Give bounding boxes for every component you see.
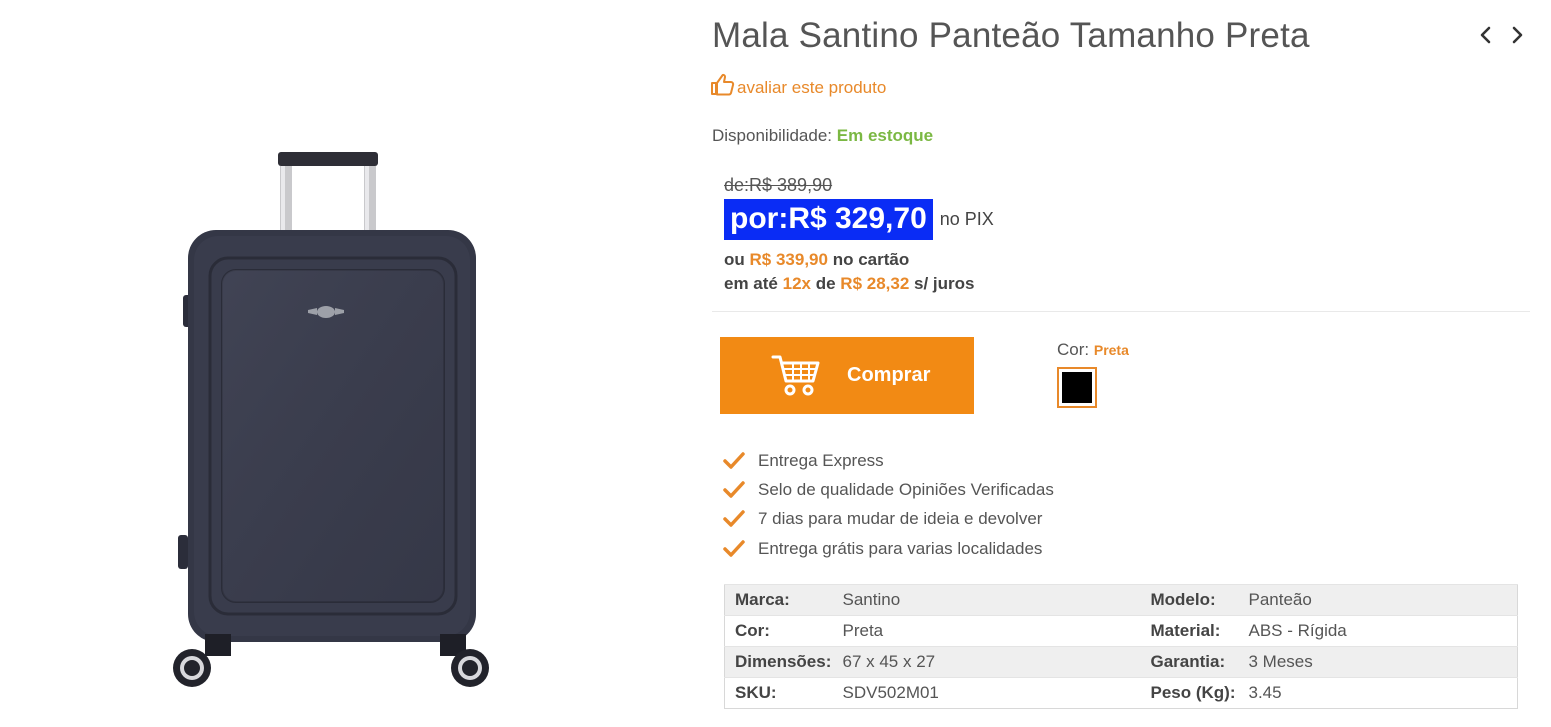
check-icon xyxy=(723,451,745,469)
spec-value: Preta xyxy=(832,615,1141,647)
pix-price-row: por:R$ 329,70 no PIX xyxy=(724,199,994,240)
old-price: de:R$ 389,90 xyxy=(724,175,833,195)
buy-button-label: Comprar xyxy=(847,364,931,386)
benefit-item: Selo de qualidade Opiniões Verificadas xyxy=(722,475,1054,504)
spec-key: Garantia: xyxy=(1140,646,1239,678)
suitcase-illustration xyxy=(173,152,489,687)
benefit-text: Selo de qualidade Opiniões Verificadas xyxy=(758,479,1054,499)
specs-table: Marca: Santino Modelo: Panteão Cor: Pret… xyxy=(724,584,1518,709)
card-prefix: ou xyxy=(724,250,745,269)
spec-value: ABS - Rígida xyxy=(1238,615,1518,647)
benefit-item: Entrega Express xyxy=(722,446,1054,475)
check-icon xyxy=(723,510,745,527)
table-row: Marca: Santino Modelo: Panteão xyxy=(724,584,1518,616)
chevron-left-icon[interactable] xyxy=(1475,22,1497,48)
card-price: R$ 339,90 xyxy=(749,250,828,269)
chevron-right-icon[interactable] xyxy=(1506,22,1528,48)
swatch-fill xyxy=(1062,372,1092,403)
availability-label: Disponibilidade: xyxy=(712,126,833,145)
installment-prefix: em até xyxy=(724,274,778,293)
spec-value: SDV502M01 xyxy=(832,677,1141,709)
benefit-text: Entrega Express xyxy=(758,450,884,470)
spec-key: Marca: xyxy=(724,584,833,616)
spec-value: Santino xyxy=(832,584,1141,616)
benefits-list: Entrega Express Selo de qualidade Opiniõ… xyxy=(722,446,1054,563)
benefit-text: Entrega grátis para varias localidades xyxy=(758,538,1043,558)
pix-price: por:R$ 329,70 xyxy=(724,199,933,240)
thumbs-up-icon xyxy=(710,72,737,103)
buy-button[interactable]: Comprar xyxy=(720,337,974,414)
spec-key: SKU: xyxy=(724,677,833,709)
product-image[interactable] xyxy=(150,140,500,700)
spec-key: Cor: xyxy=(724,615,833,647)
spec-key: Modelo: xyxy=(1140,584,1239,616)
pix-label: no PIX xyxy=(939,209,994,229)
spec-key: Dimensões: xyxy=(724,646,833,678)
spec-key: Peso (Kg): xyxy=(1140,677,1239,709)
card-price-line: ou R$ 339,90 no cartão xyxy=(724,250,909,270)
product-title: Mala Santino Panteão Tamanho Preta xyxy=(712,16,1310,55)
spec-value: 67 x 45 x 27 xyxy=(832,646,1141,678)
benefit-item: Entrega grátis para varias localidades xyxy=(722,534,1054,563)
installment-suffix: s/ juros xyxy=(914,274,975,293)
spec-key: Material: xyxy=(1140,615,1239,647)
color-value: Preta xyxy=(1093,342,1129,358)
color-swatch-preta[interactable] xyxy=(1057,367,1097,408)
review-link[interactable]: avaliar este produto xyxy=(710,72,886,103)
table-row: Cor: Preta Material: ABS - Rígida xyxy=(724,615,1518,647)
divider xyxy=(712,311,1530,312)
benefit-item: 7 dias para mudar de ideia e devolver xyxy=(722,505,1054,534)
spec-value: 3.45 xyxy=(1238,677,1518,709)
benefit-text: 7 dias para mudar de ideia e devolver xyxy=(758,509,1043,529)
check-icon xyxy=(723,481,745,498)
table-row: Dimensões: 67 x 45 x 27 Garantia: 3 Mese… xyxy=(724,646,1518,678)
availability: Disponibilidade: Em estoque xyxy=(712,126,933,146)
spec-value: 3 Meses xyxy=(1238,646,1518,678)
installment-de: de xyxy=(815,274,836,293)
installment-count: 12x xyxy=(782,274,811,293)
check-icon xyxy=(723,539,745,557)
color-label: Cor: xyxy=(1057,340,1090,359)
review-link-label: avaliar este produto xyxy=(737,77,887,97)
spec-value: Panteão xyxy=(1238,584,1518,616)
installment-line: em até 12x de R$ 28,32 s/ juros xyxy=(724,274,975,294)
color-selector-label: Cor: Preta xyxy=(1057,340,1129,360)
card-suffix: no cartão xyxy=(832,250,910,269)
shopping-cart-icon xyxy=(720,351,821,400)
table-row: SKU: SDV502M01 Peso (Kg): 3.45 xyxy=(724,677,1518,709)
availability-status: Em estoque xyxy=(836,126,934,145)
installment-value: R$ 28,32 xyxy=(840,274,910,293)
